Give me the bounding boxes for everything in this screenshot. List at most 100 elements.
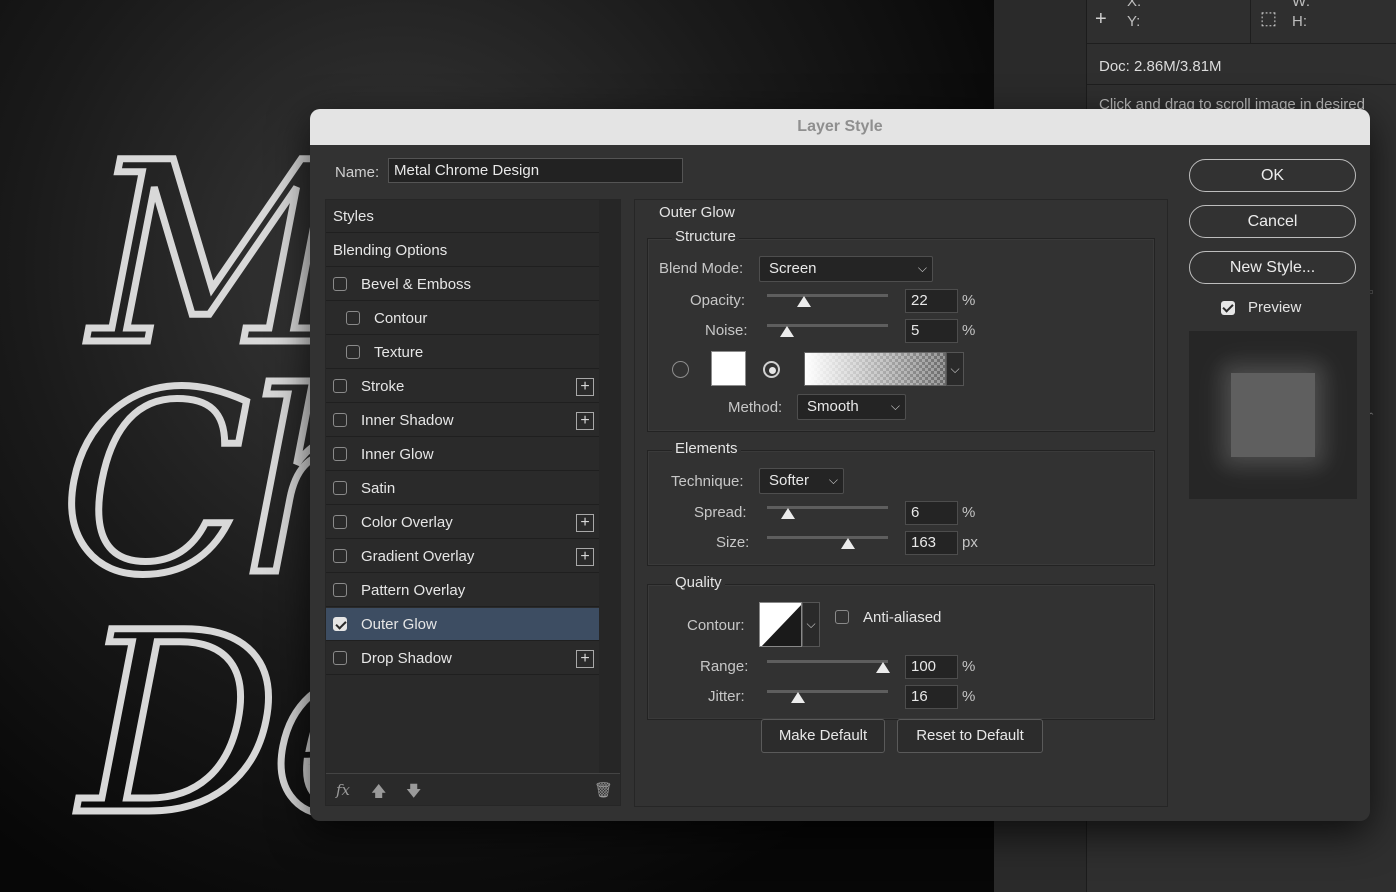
style-item-label: Inner Glow <box>361 446 434 463</box>
noise-label: Noise: <box>705 322 748 339</box>
style-item-label: Outer Glow <box>361 616 437 633</box>
size-slider-thumb[interactable] <box>840 538 855 549</box>
range-slider-thumb[interactable] <box>876 662 890 673</box>
jitter-slider-thumb[interactable] <box>791 692 806 703</box>
chevron-down-icon: ⌵ <box>828 473 838 487</box>
style-item-label: Pattern Overlay <box>361 582 466 599</box>
styles-list-scrollbar[interactable] <box>599 200 620 773</box>
style-checkbox[interactable] <box>333 277 347 291</box>
style-item-label: Drop Shadow <box>361 650 452 667</box>
add-effect-icon[interactable]: + <box>576 378 594 396</box>
spread-slider-thumb[interactable] <box>781 508 796 519</box>
technique-value: Softer <box>769 472 810 489</box>
size-input[interactable]: 163 <box>905 531 958 555</box>
style-item-blending-options[interactable]: Blending Options <box>326 234 599 267</box>
size-slider[interactable] <box>767 536 888 539</box>
size-readout: ⬚ W: H: <box>1252 0 1396 44</box>
noise-slider-thumb[interactable] <box>780 326 795 337</box>
opacity-slider[interactable] <box>767 294 888 297</box>
range-slider[interactable] <box>767 660 888 663</box>
anti-aliased-checkbox[interactable] <box>835 610 849 624</box>
size-unit: px <box>962 534 978 551</box>
trash-icon[interactable]: 🗑 <box>594 781 613 799</box>
solid-color-radio[interactable] <box>672 361 689 378</box>
make-default-button[interactable]: Make Default <box>761 719 885 753</box>
style-checkbox[interactable] <box>333 515 347 529</box>
gradient-radio[interactable] <box>763 361 780 378</box>
style-item-stroke[interactable]: Stroke + <box>326 370 599 403</box>
spread-label: Spread: <box>694 504 747 521</box>
opacity-slider-thumb[interactable] <box>797 296 812 307</box>
style-item-label: Stroke <box>361 378 405 395</box>
style-item-inner-glow[interactable]: Inner Glow <box>326 438 599 471</box>
x-label: X: <box>1127 0 1142 10</box>
style-item-pattern-overlay[interactable]: Pattern Overlay <box>326 574 599 607</box>
style-checkbox[interactable] <box>346 311 360 325</box>
opacity-input[interactable]: 22 <box>905 289 958 313</box>
new-style-button[interactable]: New Style... <box>1189 251 1356 284</box>
add-effect-icon[interactable]: + <box>576 548 594 566</box>
style-item-texture[interactable]: Texture <box>326 336 599 369</box>
spread-input[interactable]: 6 <box>905 501 958 525</box>
preview-thumbnail <box>1231 373 1315 457</box>
jitter-slider[interactable] <box>767 690 888 693</box>
size-label: Size: <box>716 534 750 551</box>
move-down-icon[interactable]: 🡇 <box>406 781 421 806</box>
panel-divider <box>1087 84 1396 85</box>
style-checkbox[interactable] <box>333 651 347 665</box>
blend-mode-value: Screen <box>769 260 817 277</box>
style-item-contour[interactable]: Contour <box>326 302 599 335</box>
method-select[interactable]: Smooth ⌵ <box>797 394 906 420</box>
style-checkbox[interactable] <box>333 413 347 427</box>
chevron-down-icon: ⌵ <box>917 261 927 275</box>
style-name-input[interactable]: Metal Chrome Design <box>388 158 683 183</box>
add-effect-icon[interactable]: + <box>576 650 594 668</box>
contour-dropdown-icon[interactable]: ⌵ <box>802 602 820 647</box>
style-item-satin[interactable]: Satin <box>326 472 599 505</box>
style-item-color-overlay[interactable]: Color Overlay + <box>326 506 599 539</box>
noise-unit: % <box>962 322 976 339</box>
move-up-icon[interactable]: 🡅 <box>371 781 386 806</box>
technique-select[interactable]: Softer ⌵ <box>759 468 844 494</box>
range-input[interactable]: 100 <box>905 655 958 679</box>
jitter-input[interactable]: 16 <box>905 685 958 709</box>
style-item-inner-shadow[interactable]: Inner Shadow + <box>326 404 599 437</box>
style-item-label: Color Overlay <box>361 514 453 531</box>
dialog-titlebar[interactable]: Layer Style <box>310 109 1370 145</box>
glow-color-swatch[interactable] <box>711 351 746 386</box>
style-checkbox[interactable] <box>333 617 347 631</box>
style-checkbox[interactable] <box>333 549 347 563</box>
style-checkbox[interactable] <box>333 379 347 393</box>
reset-to-default-button[interactable]: Reset to Default <box>897 719 1043 753</box>
method-value: Smooth <box>807 398 859 415</box>
style-checkbox[interactable] <box>333 447 347 461</box>
styles-list: Styles Blending Options Bevel & Emboss Cont… <box>325 199 621 806</box>
glow-gradient-picker[interactable] <box>804 352 946 386</box>
add-effect-icon[interactable]: + <box>576 412 594 430</box>
contour-picker[interactable] <box>759 602 802 647</box>
style-checkbox[interactable] <box>346 345 360 359</box>
jitter-unit: % <box>962 688 976 705</box>
opacity-label: Opacity: <box>690 292 746 309</box>
style-checkbox[interactable] <box>333 481 347 495</box>
add-effect-icon[interactable]: + <box>576 514 594 532</box>
style-item-bevel-emboss[interactable]: Bevel & Emboss <box>326 268 599 301</box>
style-checkbox[interactable] <box>333 583 347 597</box>
preview-checkbox[interactable] <box>1221 301 1235 315</box>
ok-button[interactable]: OK <box>1189 159 1356 192</box>
style-item-styles[interactable]: Styles <box>326 200 599 233</box>
anti-aliased-option[interactable]: Anti-aliased <box>835 601 975 634</box>
style-item-label: Blending Options <box>333 242 448 259</box>
fx-menu-icon[interactable]: fx <box>336 781 350 799</box>
gradient-dropdown-icon[interactable]: ⌵ <box>946 352 964 386</box>
cancel-button[interactable]: Cancel <box>1189 205 1356 238</box>
blend-mode-label: Blend Mode: <box>659 260 744 277</box>
blend-mode-select[interactable]: Screen ⌵ <box>759 256 933 282</box>
style-item-gradient-overlay[interactable]: Gradient Overlay + <box>326 540 599 573</box>
style-item-drop-shadow[interactable]: Drop Shadow + <box>326 642 599 675</box>
technique-label: Technique: <box>671 473 744 490</box>
noise-input[interactable]: 5 <box>905 319 958 343</box>
method-label: Method: <box>728 399 783 416</box>
style-item-outer-glow[interactable]: Outer Glow <box>326 608 599 641</box>
info-coordinates-row: + X: Y: ⬚ W: H: <box>1087 0 1396 44</box>
